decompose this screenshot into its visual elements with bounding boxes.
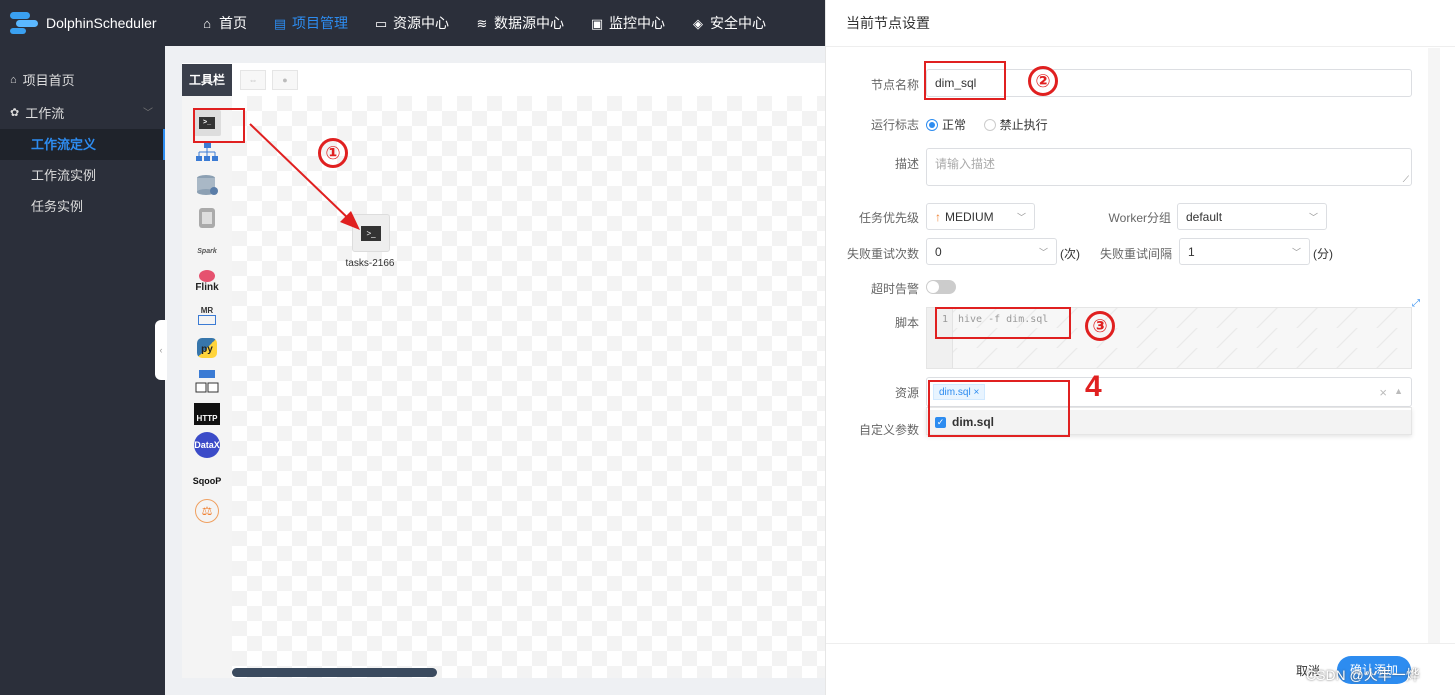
annotation-box-2 — [924, 61, 1006, 100]
desc-textarea[interactable]: 请输入描述 ⟋ — [926, 148, 1412, 186]
retry-times-select[interactable]: 0 ﹀ — [926, 238, 1057, 265]
retry-times-unit: (次) — [1060, 247, 1080, 261]
panel-divider — [826, 46, 1455, 47]
custom-params-label: 自定义参数 — [858, 423, 919, 437]
arrow-up-icon: ↑ — [935, 209, 941, 224]
clear-icon[interactable]: × — [1379, 385, 1387, 400]
radio-checked-icon — [926, 118, 938, 131]
annotation-4: 4 — [1085, 370, 1102, 403]
annotation-1: ① — [318, 138, 348, 168]
panel-title: 当前节点设置 — [846, 15, 930, 31]
script-label: 脚本 — [894, 316, 919, 330]
chevron-down-icon: ﹀ — [1291, 247, 1301, 257]
panel-footer-divider — [826, 643, 1455, 644]
annotation-box-3 — [935, 307, 1071, 339]
watermark: CSDN @火丰一烨 — [1306, 667, 1420, 683]
timeout-alarm-toggle[interactable] — [926, 280, 956, 294]
chevron-down-icon: ﹀ — [1016, 212, 1026, 222]
annotation-box-1 — [193, 108, 245, 143]
run-flag-group: 正常 禁止执行 — [926, 116, 1062, 134]
worker-group-select[interactable]: default ﹀ — [1177, 203, 1327, 230]
fullscreen-icon[interactable]: ⤢ — [1412, 298, 1420, 309]
annotation-arrow — [249, 123, 360, 230]
retry-times-label: 失败重试次数 — [846, 247, 919, 261]
chevron-down-icon: ﹀ — [1308, 212, 1318, 222]
panel-scrollbar[interactable] — [1428, 48, 1440, 644]
node-settings-panel: 当前节点设置 节点名称 dim_sql 运行标志 正常 禁止执行 描述 请输入描… — [825, 0, 1455, 695]
priority-select[interactable]: ↑ MEDIUM ﹀ — [926, 203, 1035, 230]
annotation-3: ③ — [1085, 311, 1115, 341]
resize-handle-icon: ⟋ — [1402, 174, 1409, 184]
run-flag-label: 运行标志 — [870, 118, 919, 132]
retry-interval-select[interactable]: 1 ﹀ — [1179, 238, 1310, 265]
timeout-alarm-label: 超时告警 — [870, 282, 919, 296]
worker-group-label: Worker分组 — [1108, 211, 1171, 225]
retry-interval-label: 失败重试间隔 — [1099, 247, 1172, 261]
resource-label: 资源 — [894, 386, 919, 400]
radio-unchecked-icon — [983, 118, 996, 131]
annotation-box-4 — [928, 380, 1070, 437]
chevron-up-icon: ▲ — [1394, 386, 1403, 396]
desc-label: 描述 — [894, 157, 919, 171]
annotation-2: ② — [1028, 66, 1058, 96]
chevron-down-icon: ﹀ — [1038, 247, 1048, 257]
run-flag-normal[interactable]: 正常 — [926, 116, 966, 133]
priority-label: 任务优先级 — [858, 211, 919, 225]
node-name-label: 节点名称 — [870, 78, 919, 92]
retry-interval-unit: (分) — [1313, 247, 1333, 261]
run-flag-forbidden[interactable]: 禁止执行 — [983, 116, 1048, 133]
